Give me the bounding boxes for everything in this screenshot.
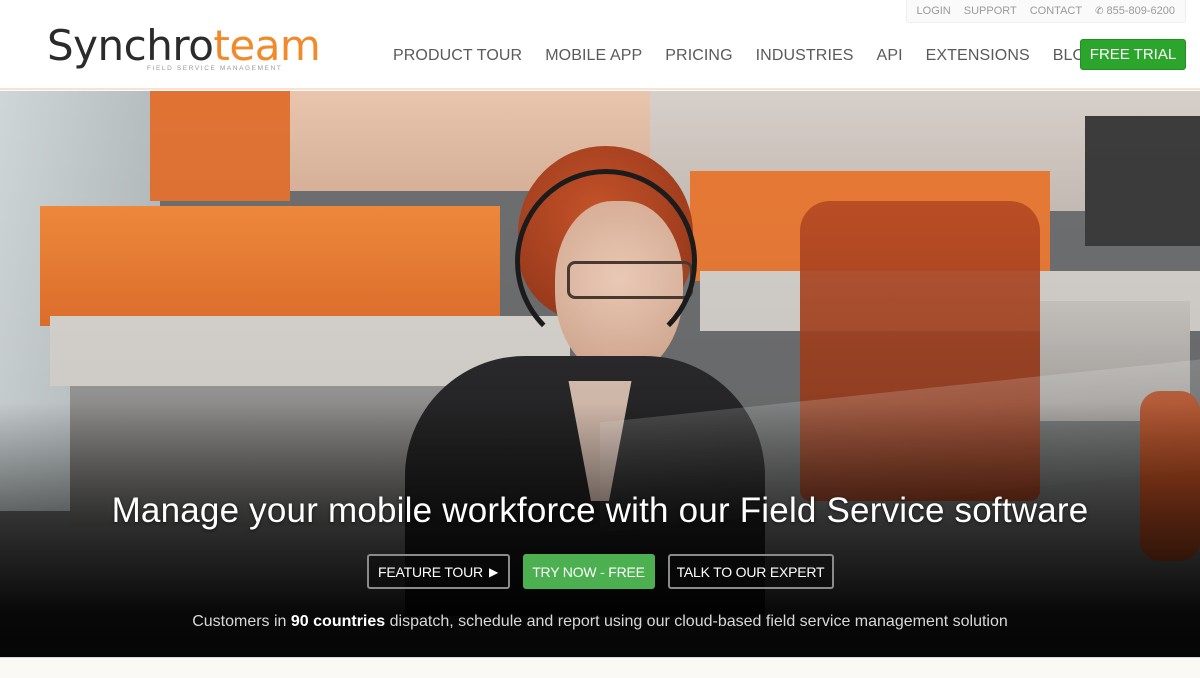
hero-headline: Manage your mobile workforce with our Fi… — [111, 491, 1089, 530]
nav-api[interactable]: API — [877, 47, 903, 65]
nav-pricing[interactable]: PRICING — [665, 47, 732, 65]
phone-link[interactable]: ✆ 855-809-6200 — [1095, 5, 1175, 17]
nav-extensions[interactable]: EXTENSIONS — [926, 47, 1030, 65]
main-nav: PRODUCT TOUR MOBILE APP PRICING INDUSTRI… — [393, 44, 1121, 68]
try-now-free-button[interactable]: TRY NOW - FREE — [522, 554, 655, 589]
subline-suffix: dispatch, schedule and report using our … — [389, 613, 1008, 630]
logo-team: team — [213, 21, 321, 70]
nav-industries[interactable]: INDUSTRIES — [756, 47, 854, 65]
hero-subline: Customers in 90 countries dispatch, sche… — [0, 613, 1200, 631]
subline-highlight: 90 countries — [290, 613, 386, 630]
site-header: LOGIN SUPPORT CONTACT ✆ 855-809-6200 Syn… — [0, 0, 1200, 90]
logo-tagline: FIELD SERVICE MANAGEMENT — [147, 65, 283, 72]
logo-wordmark: Synchroteam — [47, 21, 321, 70]
phone-number: 855-809-6200 — [1106, 5, 1175, 17]
free-trial-button[interactable]: FREE TRIAL — [1080, 39, 1186, 70]
below-hero-strip — [0, 657, 1200, 678]
nav-mobile-app[interactable]: MOBILE APP — [545, 47, 642, 65]
nav-product-tour[interactable]: PRODUCT TOUR — [393, 47, 522, 65]
logo-synchro: Synchro — [47, 21, 214, 70]
hero-button-row: FEATURE TOUR ▶ TRY NOW - FREE TALK TO OU… — [0, 554, 1200, 589]
play-icon: ▶ — [488, 564, 498, 579]
hero-section: Manage your mobile workforce with our Fi… — [0, 91, 1200, 657]
login-link[interactable]: LOGIN — [917, 5, 951, 17]
utility-bar: LOGIN SUPPORT CONTACT ✆ 855-809-6200 — [905, 0, 1186, 23]
support-link[interactable]: SUPPORT — [964, 5, 1017, 17]
subline-prefix: Customers in — [192, 613, 287, 630]
feature-tour-label: FEATURE TOUR — [378, 563, 483, 580]
talk-to-expert-button[interactable]: TALK TO OUR EXPERT — [667, 554, 834, 589]
contact-link[interactable]: CONTACT — [1030, 5, 1082, 17]
feature-tour-button[interactable]: FEATURE TOUR ▶ — [366, 554, 510, 589]
logo[interactable]: Synchroteam FIELD SERVICE MANAGEMENT — [47, 21, 321, 77]
phone-icon: ✆ — [1095, 5, 1104, 17]
